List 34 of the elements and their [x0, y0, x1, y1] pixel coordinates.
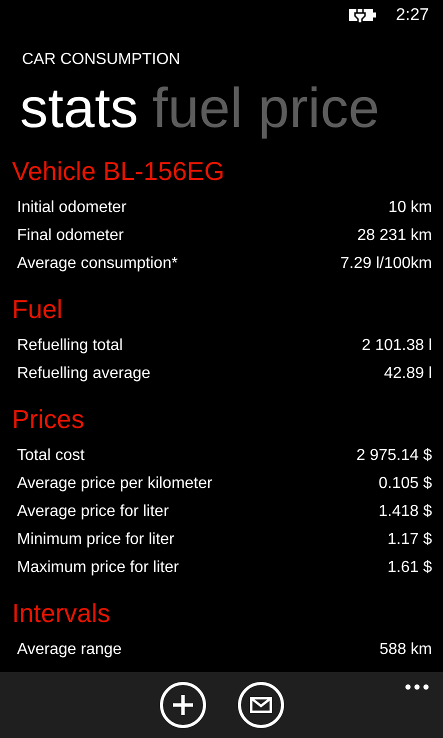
stat-value: 588 km: [380, 641, 432, 659]
stat-value: 2 101.38 l: [362, 337, 432, 355]
stat-label: Refuelling total: [17, 337, 123, 355]
section-heading: Intervals: [12, 597, 112, 630]
stat-label: Total cost: [17, 447, 85, 465]
stat-value: 10 km: [388, 199, 432, 217]
stat-label: Average price per kilometer: [17, 475, 212, 493]
more-icon[interactable]: [405, 684, 429, 690]
stat-value: 1.418 $: [378, 503, 432, 521]
stat-label: Minimum price for liter: [17, 531, 174, 549]
stat-value: 1.61 $: [388, 559, 432, 577]
stat-label: Average price for liter: [17, 503, 169, 521]
stat-value: 7.29 l/100km: [340, 255, 432, 273]
clock-time: 2:27: [396, 5, 429, 25]
mail-button[interactable]: [238, 682, 284, 728]
stat-label: Maximum price for liter: [17, 559, 179, 577]
pivot-tab[interactable]: stats: [20, 76, 138, 140]
section-heading: Fuel: [12, 293, 64, 326]
stat-value: 42.89 l: [384, 365, 432, 383]
stat-label: Refuelling average: [17, 365, 150, 383]
add-button[interactable]: [160, 682, 206, 728]
stat-label: Average range: [17, 641, 122, 659]
stat-label: Average consumption*: [17, 255, 178, 273]
plus-icon: [172, 694, 194, 716]
stat-label: Final odometer: [17, 227, 124, 245]
section-heading: Prices: [12, 403, 86, 436]
stat-value: 2 975.14 $: [356, 447, 432, 465]
stat-value: 1.17 $: [388, 531, 432, 549]
section-heading: Vehicle BL-156EG: [12, 155, 226, 188]
app-title: CAR CONSUMPTION: [21, 50, 182, 70]
stat-label: Initial odometer: [17, 199, 126, 217]
stat-value: 28 231 km: [357, 227, 432, 245]
stat-value: 0.105 $: [378, 475, 432, 493]
envelope-icon: [250, 697, 272, 713]
